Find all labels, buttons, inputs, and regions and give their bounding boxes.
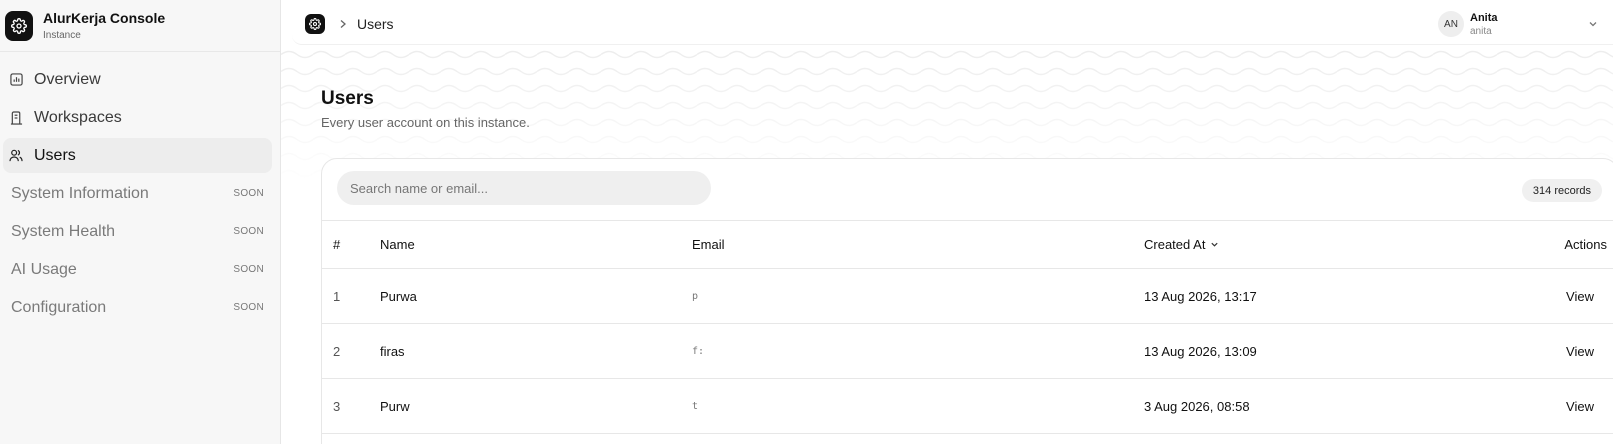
avatar: AN (1438, 11, 1464, 37)
sidebar-item-label: Overview (34, 70, 101, 88)
records-count-badge: 314 records (1521, 179, 1602, 202)
sidebar-item-label: Configuration (11, 298, 107, 316)
row-number: 1 (333, 288, 341, 304)
page-subtitle: Every user account on this instance. (321, 115, 530, 130)
column-header-actions: Actions (1564, 237, 1607, 252)
sidebar-item-label: System Information (11, 184, 149, 202)
chevron-down-icon (1210, 240, 1219, 249)
app-root: AlurKerja Console Instance Overview Work… (0, 0, 1613, 444)
sidebar-item-users[interactable]: Users (3, 138, 272, 173)
column-header-created-at[interactable]: Created At (1144, 221, 1219, 268)
user-name: Purwa (380, 288, 417, 304)
soon-badge: SOON (233, 264, 264, 275)
column-header-label: Created At (1144, 237, 1206, 252)
user-email: f: (692, 345, 705, 357)
created-at: 3 Aug 2026, 08:58 (1144, 398, 1250, 414)
sidebar-item-system-information: System Information SOON (3, 176, 272, 211)
chart-icon (9, 73, 23, 87)
table-row: 2 firas f: 13 Aug 2026, 13:09 View (322, 324, 1613, 379)
user-name: firas (380, 343, 405, 359)
row-number: 3 (333, 398, 341, 414)
gear-icon (5, 10, 33, 41)
top-bar: Users AN Anita anita (292, 3, 1613, 45)
breadcrumb-current: Users (357, 15, 394, 32)
sidebar-item-configuration: Configuration SOON (3, 290, 272, 325)
gear-icon[interactable] (305, 13, 325, 34)
chevron-right-icon (339, 19, 347, 29)
sidebar-item-workspaces[interactable]: Workspaces (3, 100, 272, 135)
view-button[interactable]: View (1566, 269, 1594, 323)
building-icon (9, 110, 23, 125)
user-menu-name: Anita (1470, 11, 1498, 24)
column-header-email: Email (692, 237, 725, 252)
users-table-card: 314 records # Name Email Created At Acti… (321, 158, 1613, 444)
user-menu[interactable]: AN Anita anita (1438, 3, 1613, 45)
brand-header[interactable]: AlurKerja Console Instance (0, 0, 280, 52)
sidebar: AlurKerja Console Instance Overview Work… (0, 0, 281, 444)
sidebar-item-system-health: System Health SOON (3, 214, 272, 249)
created-at: 13 Aug 2026, 13:09 (1144, 343, 1257, 359)
user-menu-email: anita (1470, 25, 1492, 37)
soon-badge: SOON (233, 302, 264, 313)
soon-badge: SOON (233, 226, 264, 237)
sidebar-item-label: System Health (11, 222, 116, 240)
sidebar-item-ai-usage: AI Usage SOON (3, 252, 272, 287)
view-button[interactable]: View (1566, 379, 1594, 433)
sidebar-item-label: Users (34, 146, 76, 164)
users-icon (9, 149, 23, 163)
row-number: 2 (333, 343, 341, 359)
soon-badge: SOON (233, 188, 264, 199)
sidebar-nav: Overview Workspaces Users System Informa… (0, 52, 280, 325)
search-input[interactable] (337, 171, 711, 205)
table-header: # Name Email Created At Actions (322, 221, 1613, 269)
table-row: 1 Purwa p 13 Aug 2026, 13:17 View (322, 269, 1613, 324)
user-name: Purw (380, 398, 410, 414)
brand-subtitle: Instance (43, 29, 81, 41)
user-email: t (692, 400, 699, 412)
brand-name: AlurKerja Console (43, 9, 166, 26)
sidebar-item-label: Workspaces (34, 108, 122, 126)
page-title: Users (321, 88, 374, 109)
chevron-down-icon (1588, 19, 1598, 29)
column-header-number: # (333, 237, 341, 252)
view-button[interactable]: View (1566, 324, 1594, 378)
sidebar-item-overview[interactable]: Overview (3, 62, 272, 97)
created-at: 13 Aug 2026, 13:17 (1144, 288, 1257, 304)
table-toolbar: 314 records (322, 159, 1613, 221)
column-header-name: Name (380, 237, 415, 252)
table-row: 3 Purw t 3 Aug 2026, 08:58 View (322, 379, 1613, 434)
sidebar-item-label: AI Usage (11, 260, 77, 278)
main-content: Users Every user account on this instanc… (281, 46, 1613, 444)
user-email: p (692, 290, 699, 302)
